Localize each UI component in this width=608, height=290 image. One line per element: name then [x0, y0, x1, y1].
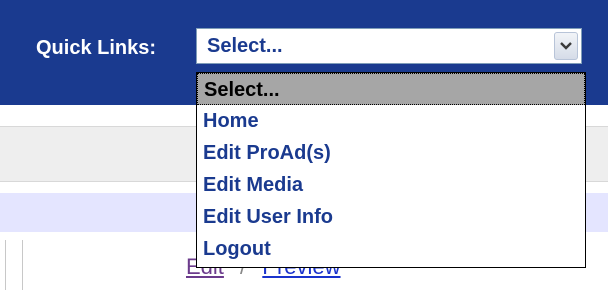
dropdown-option-edit-proads[interactable]: Edit ProAd(s) — [197, 137, 585, 169]
table-divider — [22, 240, 23, 290]
quick-links-select[interactable]: Select... — [196, 28, 582, 64]
quick-links-label: Quick Links: — [36, 37, 157, 59]
dropdown-option-edit-media[interactable]: Edit Media — [197, 169, 585, 201]
dropdown-option-logout[interactable]: Logout — [197, 233, 585, 265]
dropdown-option-edit-user-info[interactable]: Edit User Info — [197, 201, 585, 233]
quick-links-dropdown-list: Select... Home Edit ProAd(s) Edit Media … — [196, 72, 586, 268]
dropdown-option-select[interactable]: Select... — [197, 73, 585, 105]
table-divider — [5, 240, 6, 290]
chevron-down-icon[interactable] — [554, 32, 578, 60]
dropdown-option-home[interactable]: Home — [197, 105, 585, 137]
select-current-value: Select... — [207, 35, 283, 57]
